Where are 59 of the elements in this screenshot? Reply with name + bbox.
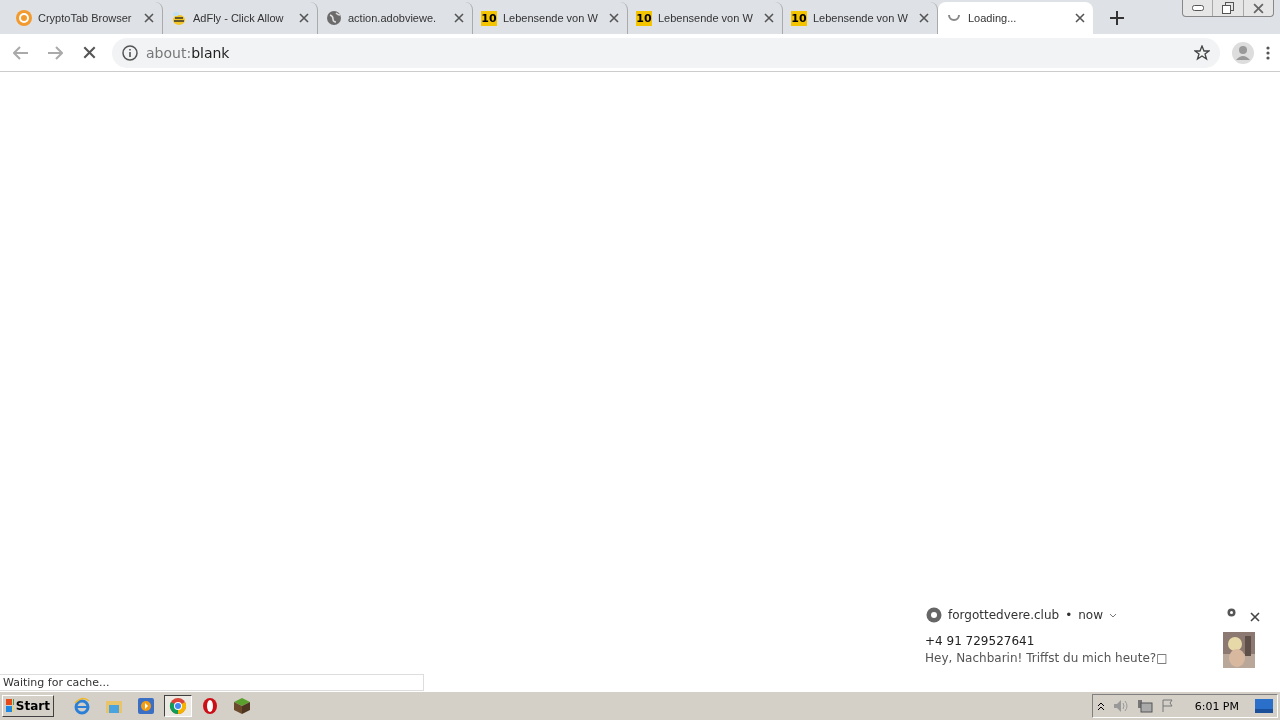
- globe-icon: [326, 10, 342, 26]
- media-player-icon: [137, 697, 155, 715]
- tab-title: action.adobviewe.: [348, 12, 438, 24]
- loading-spinner-icon: [947, 14, 961, 22]
- tab-title: AdFly - Click Allow: [193, 12, 285, 24]
- address-bar[interactable]: about:blank: [112, 37, 1220, 68]
- notification-site: forgottedvere.club: [948, 608, 1060, 622]
- notification-title: +4 91 729527641: [925, 634, 1035, 648]
- status-bubble: Waiting for cache...: [0, 674, 424, 691]
- close-icon[interactable]: [454, 13, 464, 23]
- star-icon[interactable]: [1194, 44, 1210, 61]
- close-icon[interactable]: [1252, 2, 1264, 14]
- separator-dot: •: [1065, 608, 1073, 622]
- tab-favicon-badge: 10: [791, 10, 807, 26]
- grass-block-icon: [233, 697, 251, 715]
- new-tab-icon[interactable]: [1110, 11, 1124, 25]
- coin-icon: [16, 10, 32, 26]
- info-icon[interactable]: [122, 44, 138, 61]
- start-button[interactable]: Start: [2, 695, 54, 717]
- minimize-icon[interactable]: [1191, 5, 1204, 11]
- restore-icon[interactable]: [1222, 2, 1234, 14]
- close-icon[interactable]: [299, 13, 309, 23]
- bee-icon: [171, 10, 187, 26]
- tab-title: Loading...: [968, 12, 1018, 24]
- network-icon[interactable]: [1136, 699, 1153, 713]
- tab-title: Lebensende von W: [503, 12, 599, 24]
- browser-tab[interactable]: CryptoTab Browser: [8, 2, 163, 34]
- opera-icon: [202, 697, 218, 715]
- tab-title: Lebensende von W: [658, 12, 754, 24]
- settings-icon[interactable]: [1226, 607, 1237, 618]
- tab-favicon-badge: 10: [636, 10, 652, 26]
- close-icon[interactable]: [764, 13, 774, 23]
- browser-tab[interactable]: 10 Lebensende von W: [628, 2, 783, 34]
- windows-logo-icon: [6, 699, 14, 713]
- browser-tab[interactable]: 10 Lebensende von W: [783, 2, 938, 34]
- clock: 6:01 PM: [1194, 699, 1239, 713]
- tab-title: Lebensende von W: [813, 12, 909, 24]
- browser-tab[interactable]: 10 Lebensende von W: [473, 2, 628, 34]
- browser-tab[interactable]: action.adobviewe.: [318, 2, 473, 34]
- close-icon[interactable]: [144, 13, 154, 23]
- notification-body: Hey, Nachbarin! Triffst du mich heute?□: [925, 651, 1168, 665]
- close-icon[interactable]: [1250, 612, 1260, 622]
- close-icon[interactable]: [1075, 13, 1085, 23]
- folder-icon: [105, 698, 123, 714]
- notification-time: now: [1078, 608, 1103, 622]
- profile-avatar-icon[interactable]: [1232, 41, 1254, 64]
- tab-title: CryptoTab Browser: [38, 12, 133, 24]
- internet-explorer-icon: [73, 697, 91, 715]
- close-icon[interactable]: [919, 13, 929, 23]
- browser-tab[interactable]: AdFly - Click Allow: [163, 2, 318, 34]
- stop-icon[interactable]: [82, 46, 96, 59]
- tab-favicon-badge: 10: [481, 10, 497, 26]
- close-icon[interactable]: [609, 13, 619, 23]
- taskbar-app[interactable]: [164, 695, 192, 717]
- browser-tab[interactable]: Loading...: [938, 2, 1093, 34]
- more-menu-icon[interactable]: [1266, 45, 1270, 60]
- show-hidden-icon[interactable]: [1096, 701, 1105, 711]
- url-text: about:blank: [146, 44, 231, 61]
- chevron-down-icon[interactable]: [1109, 612, 1117, 618]
